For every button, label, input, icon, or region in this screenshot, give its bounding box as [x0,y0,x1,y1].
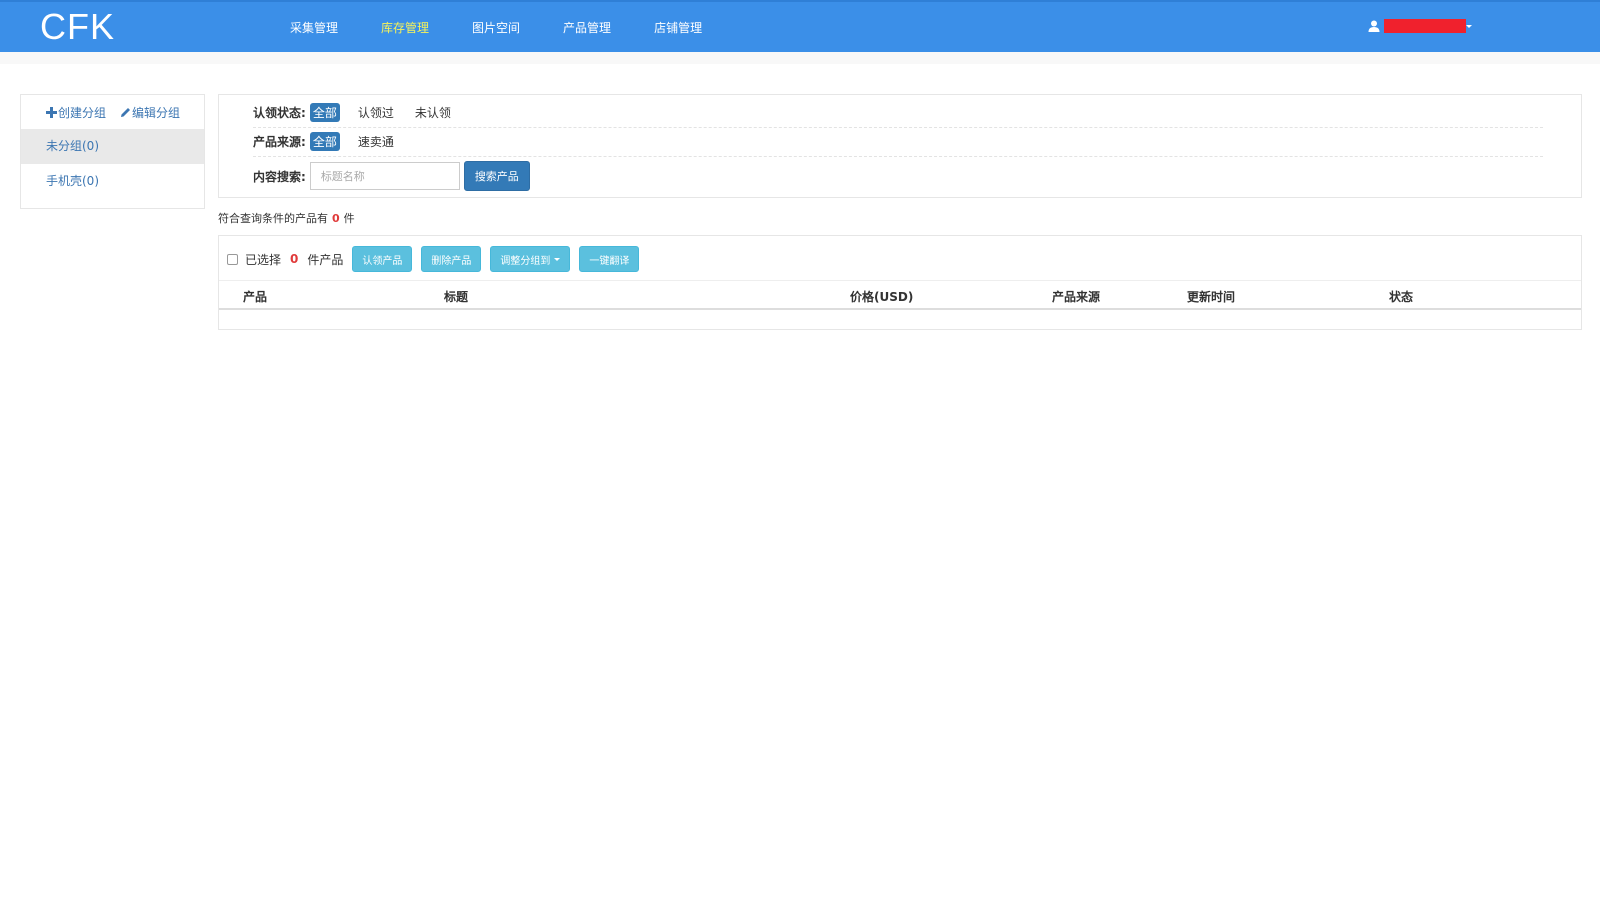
divider [253,127,1543,128]
source-all[interactable]: 全部 [309,132,340,151]
search-button[interactable]: 搜索产品 [463,161,530,191]
search-label: 内容搜索: [253,169,306,184]
create-group-label: 创建分组 [58,105,107,120]
logo[interactable]: CFK [40,6,115,48]
selected-prefix: 已选择 [245,252,282,267]
nav-item-image-space[interactable]: 图片空间 [472,19,520,36]
source-row: 产品来源: 全部 速卖通 [253,132,412,151]
result-suffix: 件 [343,212,355,225]
plus-icon [46,106,57,118]
column-price: 价格(USD) [850,290,914,304]
column-product: 产品 [243,290,268,304]
group-actions: 创建分组 编辑分组 [21,95,204,129]
user-menu[interactable] [1368,19,1472,33]
group-sidebar: 创建分组 编辑分组 未分组(0) 手机壳(0) [20,94,205,209]
top-navbar: CFK 采集管理 库存管理 图片空间 产品管理 店铺管理 [0,0,1600,52]
nav-item-collect[interactable]: 采集管理 [290,19,338,36]
claim-status-all[interactable]: 全部 [309,103,340,122]
search-input[interactable] [309,162,460,190]
user-icon [1368,20,1380,32]
claim-products-button[interactable]: 认领产品 [352,246,413,272]
filter-panel: 认领状态: 全部 认领过 未认领 产品来源: 全部 速卖通 内容搜索: 搜索产品 [218,94,1582,198]
group-item-phone-case[interactable]: 手机壳(0) [21,164,204,199]
claim-status-row: 认领状态: 全部 认领过 未认领 [253,103,469,122]
redacted-username [1384,19,1466,33]
column-status: 状态 [1389,290,1414,304]
move-group-button[interactable]: 调整分组到 [490,246,571,272]
column-source: 产品来源 [1052,290,1101,304]
bulk-toolbar: 已选择 0 件产品 认领产品 删除产品 调整分组到 一键翻译 [227,246,640,272]
header-shadow-strip [0,52,1600,64]
chevron-down-icon [554,257,561,261]
nav-item-stores[interactable]: 店铺管理 [654,19,702,36]
divider [253,156,1543,157]
result-summary: 符合查询条件的产品有 0 件 [218,210,355,226]
main-nav: 采集管理 库存管理 图片空间 产品管理 店铺管理 [290,2,745,52]
create-group-button[interactable]: 创建分组 [46,104,106,121]
delete-products-button[interactable]: 删除产品 [421,246,482,272]
source-aliexpress[interactable]: 速卖通 [355,132,397,151]
result-count: 0 [332,212,340,225]
claim-status-claimed[interactable]: 认领过 [355,103,397,122]
group-item-ungrouped[interactable]: 未分组(0) [21,129,204,164]
chevron-down-icon [1466,24,1472,28]
selected-suffix: 件产品 [307,252,344,267]
column-title: 标题 [444,290,469,304]
table-header: 产品 标题 价格(USD) 产品来源 更新时间 状态 [219,280,1581,310]
result-prefix: 符合查询条件的产品有 [218,212,328,225]
product-panel: 已选择 0 件产品 认领产品 删除产品 调整分组到 一键翻译 产品 标题 价格(… [218,235,1582,330]
selected-count: 0 [290,252,299,266]
edit-group-label: 编辑分组 [132,105,181,120]
search-row: 内容搜索: 搜索产品 [253,161,530,191]
claim-status-unclaimed[interactable]: 未认领 [412,103,454,122]
pencil-icon [121,107,131,117]
claim-status-label: 认领状态: [253,106,306,120]
source-label: 产品来源: [253,135,306,149]
column-updated-time: 更新时间 [1187,290,1236,304]
nav-item-inventory[interactable]: 库存管理 [381,19,429,36]
move-group-label: 调整分组到 [500,255,551,267]
nav-item-products[interactable]: 产品管理 [563,19,611,36]
translate-button[interactable]: 一键翻译 [579,246,640,272]
edit-group-button[interactable]: 编辑分组 [120,104,180,121]
select-all-checkbox[interactable] [227,253,238,265]
